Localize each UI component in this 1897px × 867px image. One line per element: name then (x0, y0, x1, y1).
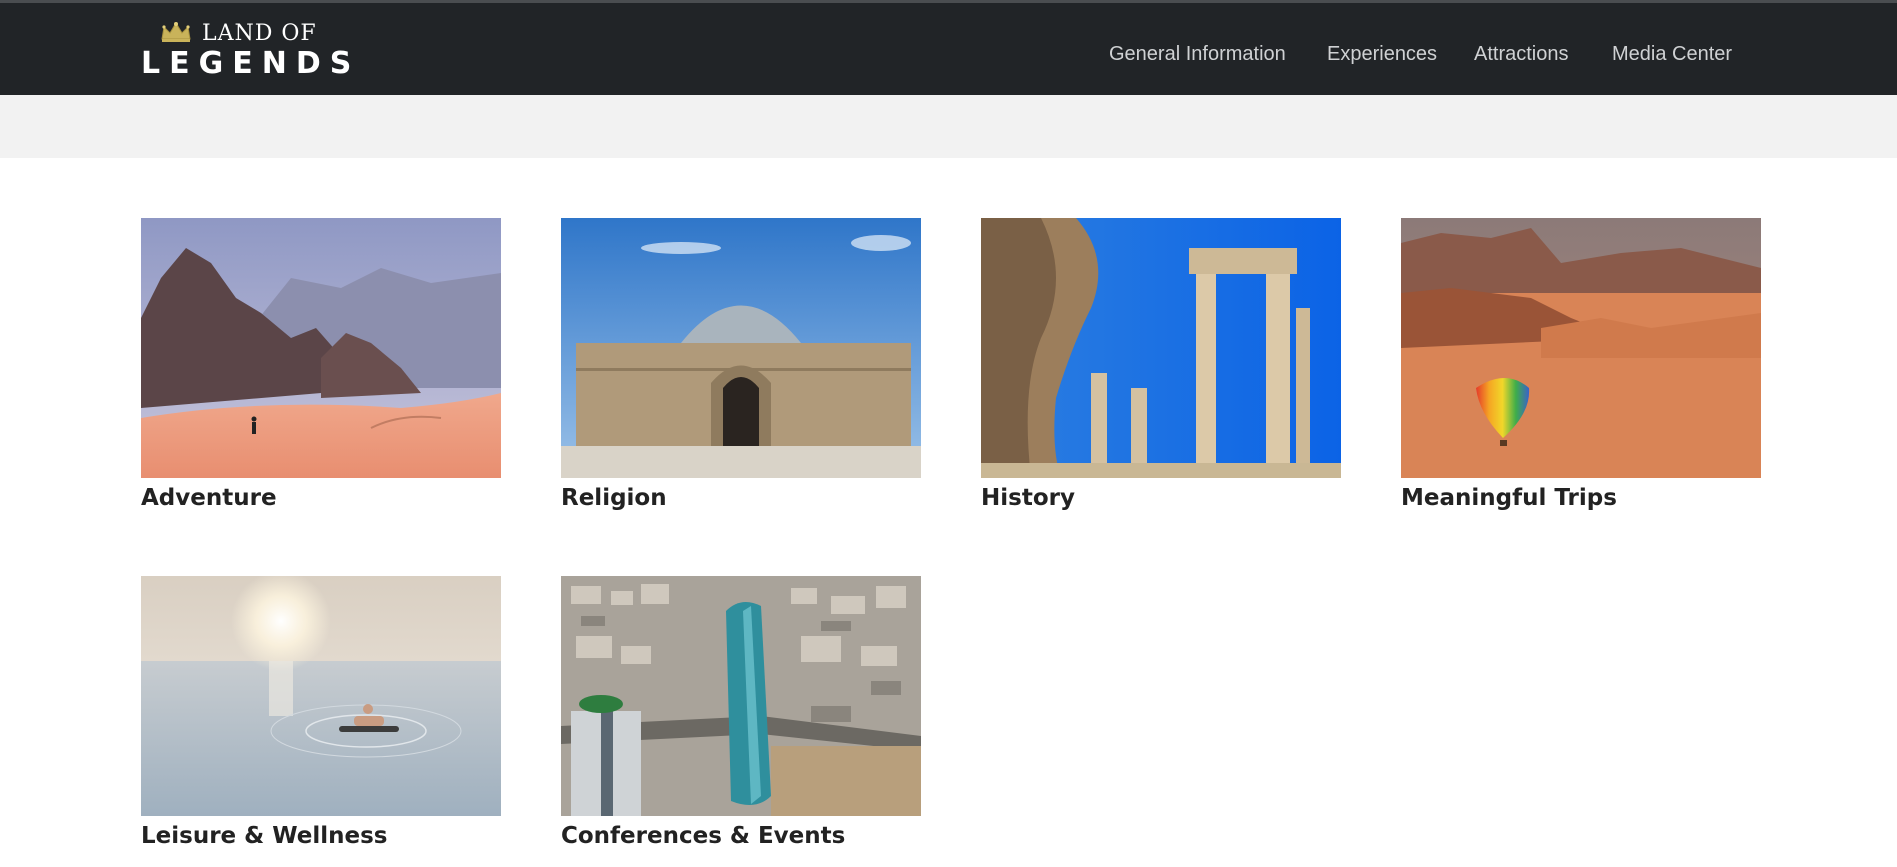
logo-line-1: LAND OF (202, 21, 317, 46)
crown-icon (161, 22, 191, 42)
history-title: History (981, 485, 1075, 511)
adventure-title: Adventure (141, 485, 277, 511)
conferences-events-image (561, 576, 921, 816)
experience-card-religion[interactable]: Religion (561, 218, 921, 512)
experience-card-conferences-events[interactable]: Conferences & Events (561, 576, 921, 850)
meaningful-trips-image (1401, 218, 1761, 478)
experience-card-leisure-wellness[interactable]: Leisure & Wellness (141, 576, 501, 850)
religion-image (561, 218, 921, 478)
conferences-events-title: Conferences & Events (561, 823, 846, 849)
meaningful-trips-title: Meaningful Trips (1401, 485, 1617, 511)
history-image (981, 218, 1341, 478)
experience-card-adventure[interactable]: Adventure (141, 218, 501, 512)
religion-title: Religion (561, 485, 667, 511)
nav-experiences[interactable]: Experiences (1327, 43, 1437, 66)
land-of-legends-logo[interactable]: LAND OF LEGENDS (141, 17, 351, 81)
experience-card-meaningful-trips[interactable]: Meaningful Trips (1401, 218, 1761, 512)
experience-card-history[interactable]: History (981, 218, 1341, 512)
nav-media-center[interactable]: Media Center (1612, 43, 1732, 66)
top-navbar: LAND OF LEGENDS General Information Expe… (0, 0, 1897, 95)
nav-general-information[interactable]: General Information (1109, 43, 1286, 66)
leisure-wellness-title: Leisure & Wellness (141, 823, 388, 849)
nav-attractions[interactable]: Attractions (1474, 43, 1568, 66)
logo-line-2: LEGENDS (141, 46, 361, 81)
leisure-wellness-image (141, 576, 501, 816)
page-subheader-band (0, 95, 1897, 158)
adventure-image (141, 218, 501, 478)
